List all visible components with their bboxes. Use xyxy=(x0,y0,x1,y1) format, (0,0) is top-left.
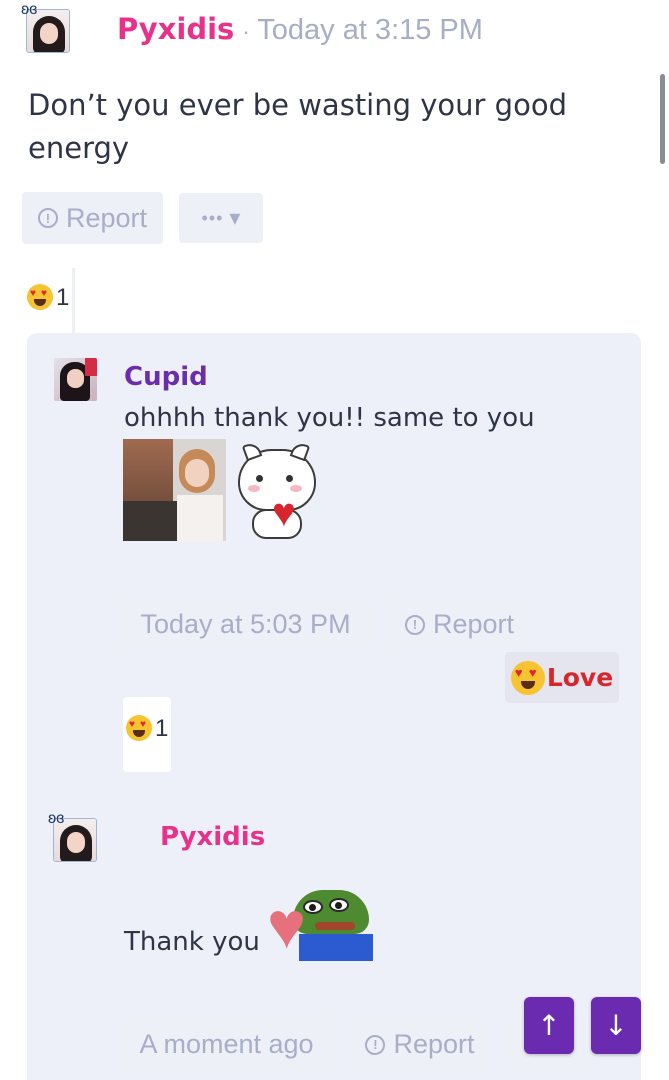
heart-icon: ♥ xyxy=(272,491,296,535)
scroll-up-button[interactable]: ↑ xyxy=(524,997,574,1054)
info-icon: ! xyxy=(37,208,58,228)
report-label: Report xyxy=(65,202,148,233)
love-reaction-button[interactable]: ♥ ♥ Love xyxy=(505,652,619,703)
chevron-down-icon: ▾ xyxy=(229,205,241,230)
reply-thread xyxy=(27,333,641,1080)
report-button[interactable]: ! Report xyxy=(349,1018,491,1071)
heart-icon: ♥ xyxy=(269,888,307,961)
timestamp-pill: A moment ago xyxy=(118,1018,335,1071)
report-button[interactable]: ! Report xyxy=(22,192,163,244)
avatar[interactable] xyxy=(54,358,97,401)
username[interactable]: Pyxidis xyxy=(160,822,265,852)
heart-eyes-emoji-icon: ♥ ♥ xyxy=(27,284,53,310)
heart-eyes-emoji-icon: ♥ ♥ xyxy=(510,660,545,695)
report-button[interactable]: ! Report xyxy=(389,598,530,651)
timestamp: Today at 3:15 PM xyxy=(257,14,483,46)
scroll-down-button[interactable]: ↓ xyxy=(591,997,641,1054)
love-label: Love xyxy=(546,663,614,692)
more-options-button[interactable]: ••• ▾ xyxy=(179,193,263,243)
reaction-count: 1 xyxy=(155,715,169,742)
scrollbar[interactable] xyxy=(660,74,665,164)
separator: · xyxy=(242,19,250,44)
arrow-down-icon: ↓ xyxy=(604,1009,628,1042)
butterfly-icon: ʚɞ xyxy=(21,1,38,18)
pepe-heart-sticker[interactable]: ♥ xyxy=(269,886,373,961)
report-label: Report xyxy=(393,1029,475,1059)
more-icon: ••• xyxy=(201,207,224,228)
reaction-chip[interactable]: ♥ ♥ 1 xyxy=(27,268,75,340)
arrow-up-icon: ↑ xyxy=(537,1009,561,1042)
butterfly-icon: ʚɞ xyxy=(48,810,65,827)
username[interactable]: Pyxidis xyxy=(117,12,234,46)
heart-eyes-emoji-icon: ♥ ♥ xyxy=(126,715,152,741)
message-text: Thank you xyxy=(124,927,260,957)
message-text: Don’t you ever be wasting your good ener… xyxy=(28,88,567,165)
timestamp-pill: Today at 5:03 PM xyxy=(118,598,373,651)
message-text: ohhhh thank you!! same to you xyxy=(124,403,535,433)
reaction-chip[interactable]: ♥ ♥ 1 xyxy=(123,697,171,772)
report-label: Report xyxy=(432,609,515,639)
photo-sticker[interactable] xyxy=(123,439,226,541)
info-icon: ! xyxy=(365,1034,386,1055)
reaction-count: 1 xyxy=(56,284,70,311)
username[interactable]: Cupid xyxy=(124,362,208,392)
info-icon: ! xyxy=(404,614,425,635)
cat-heart-sticker[interactable]: ♥ xyxy=(234,441,322,541)
